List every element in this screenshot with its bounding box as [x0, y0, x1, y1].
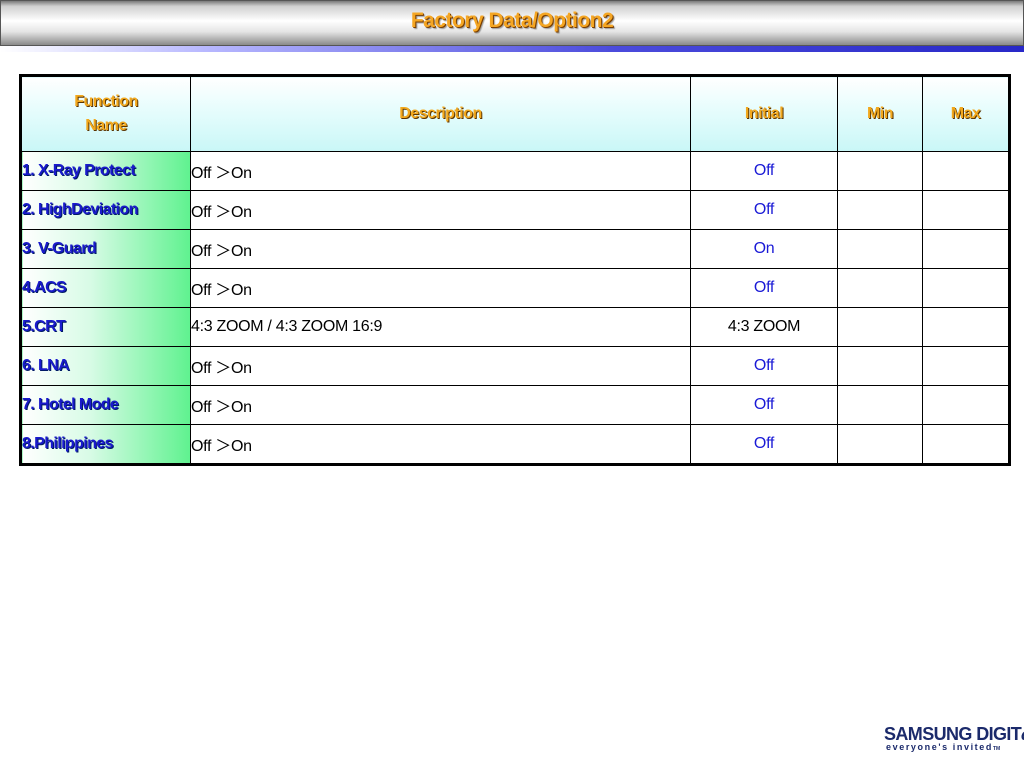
function-name-cell: 8.Philippines — [20, 424, 191, 465]
page-title: Factory Data/Option2 — [410, 9, 614, 32]
table-row: 8.Philippines Off ＞On Off — [20, 424, 1010, 465]
table-row: 4.ACS Off ＞On Off — [20, 268, 1010, 308]
table-row: 5.CRT 4:3 ZOOM / 4:3 ZOOM 16:9 4:3 ZOOM — [20, 307, 1010, 347]
function-name-cell: 5.CRT — [20, 307, 191, 347]
description-cell: Off ＞On — [190, 151, 691, 191]
max-cell — [922, 385, 1010, 425]
function-name-cell: 4.ACS — [20, 268, 191, 308]
min-cell — [837, 346, 923, 386]
table-row: 1. X-Ray Protect Off ＞On Off — [20, 151, 1010, 191]
function-name-cell: 6. LNA — [20, 346, 191, 386]
table-row: 3. V-Guard Off ＞On On — [20, 229, 1010, 269]
initial-cell: Off — [690, 268, 838, 308]
description-cell: Off ＞On — [190, 268, 691, 308]
description-cell: Off ＞On — [190, 424, 691, 465]
initial-cell: Off — [690, 151, 838, 191]
table-row: 7. Hotel Mode Off ＞On Off — [20, 385, 1010, 425]
min-cell — [837, 229, 923, 269]
max-cell — [922, 151, 1010, 191]
min-cell — [837, 190, 923, 230]
initial-cell: On — [690, 229, 838, 269]
function-name-cell: 3. V-Guard — [20, 229, 191, 269]
logo-tm: TM — [992, 746, 1001, 752]
table-header-row: Function Name Description Initial Min Ma… — [20, 75, 1010, 152]
header-max: Max — [922, 75, 1010, 152]
initial-cell: Off — [690, 190, 838, 230]
logo-tagline-line: everyone's invitedTM — [886, 742, 1000, 752]
initial-cell: 4:3 ZOOM — [690, 307, 838, 347]
min-cell — [837, 151, 923, 191]
header-function-name: Function Name — [20, 75, 191, 152]
initial-cell: Off — [690, 424, 838, 465]
logo-main-text: SAMSUNG DIGIT — [884, 724, 1022, 744]
table-row: 6. LNA Off ＞On Off — [20, 346, 1010, 386]
max-cell — [922, 190, 1010, 230]
description-cell: 4:3 ZOOM / 4:3 ZOOM 16:9 — [190, 307, 691, 347]
samsung-digitall-logo: SAMSUNG DIGITall everyone's invitedTM — [884, 718, 1024, 758]
header-description: Description — [190, 75, 691, 152]
description-cell: Off ＞On — [190, 385, 691, 425]
factory-data-table: Function Name Description Initial Min Ma… — [19, 74, 1011, 466]
min-cell — [837, 424, 923, 465]
max-cell — [922, 307, 1010, 347]
max-cell — [922, 229, 1010, 269]
min-cell — [837, 268, 923, 308]
min-cell — [837, 307, 923, 347]
function-name-cell: 1. X-Ray Protect — [20, 151, 191, 191]
max-cell — [922, 424, 1010, 465]
logo-tagline: everyone's invited — [886, 742, 993, 752]
description-cell: Off ＞On — [190, 229, 691, 269]
min-cell — [837, 385, 923, 425]
header-min: Min — [837, 75, 923, 152]
function-name-cell: 2. HighDeviation — [20, 190, 191, 230]
header-function-line2: Name — [85, 117, 127, 134]
max-cell — [922, 346, 1010, 386]
initial-cell: Off — [690, 346, 838, 386]
max-cell — [922, 268, 1010, 308]
header-initial: Initial — [690, 75, 838, 152]
initial-cell: Off — [690, 385, 838, 425]
description-cell: Off ＞On — [190, 190, 691, 230]
title-accent-bar — [0, 46, 1024, 52]
table-row: 2. HighDeviation Off ＞On Off — [20, 190, 1010, 230]
header-function-line1: Function — [74, 93, 138, 110]
description-cell: Off ＞On — [190, 346, 691, 386]
function-name-cell: 7. Hotel Mode — [20, 385, 191, 425]
